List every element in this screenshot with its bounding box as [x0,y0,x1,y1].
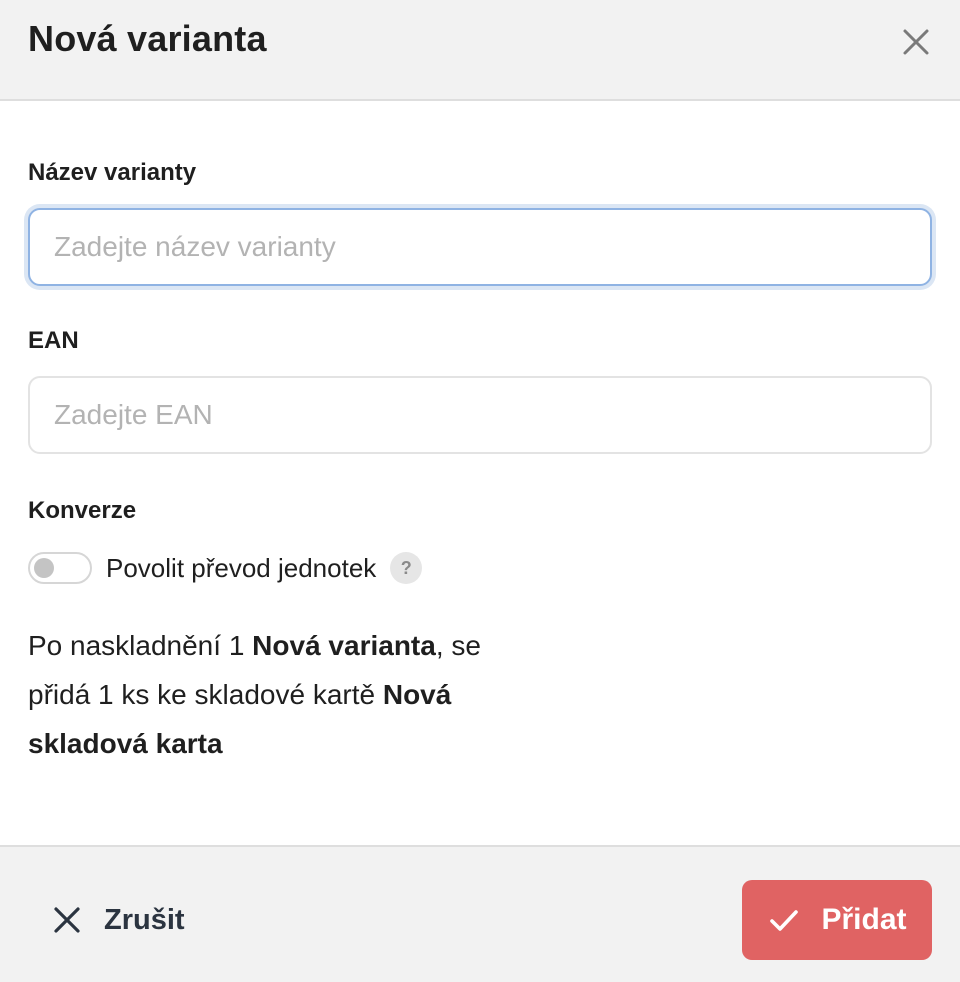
ean-label: EAN [28,327,79,354]
variant-name-label: Název varianty [28,159,197,186]
dialog-title: Nová varianta [28,18,267,59]
conversion-info-text: Po naskladnění 1 Nová varianta, se přidá… [28,621,548,768]
ean-input[interactable] [28,376,932,454]
info-variant-name: Nová varianta [252,630,436,661]
info-text-part1: Po naskladnění 1 [28,630,253,661]
close-icon [54,907,80,933]
unit-conversion-toggle-label[interactable]: Povolit převod jednotek [106,553,376,584]
cancel-button[interactable]: Zrušit [52,897,185,943]
add-button-label: Přidat [821,903,907,936]
add-button[interactable]: Přidat [742,880,932,960]
variant-name-input[interactable] [28,208,932,286]
toggle-knob [34,558,54,578]
unit-conversion-toggle[interactable] [28,552,92,584]
conversion-toggle-row: Povolit převod jednotek ? [28,551,423,585]
new-variant-dialog: Nová varianta Název varianty EAN Konverz… [0,0,960,982]
check-icon [770,910,799,931]
dialog-footer: Zrušit Přidat [0,845,960,982]
cancel-button-label: Zrušit [104,903,185,936]
dialog-header: Nová varianta [0,0,960,101]
help-icon[interactable]: ? [390,552,423,584]
close-button[interactable] [900,26,932,58]
close-icon [903,29,929,55]
conversion-label: Konverze [28,497,137,524]
